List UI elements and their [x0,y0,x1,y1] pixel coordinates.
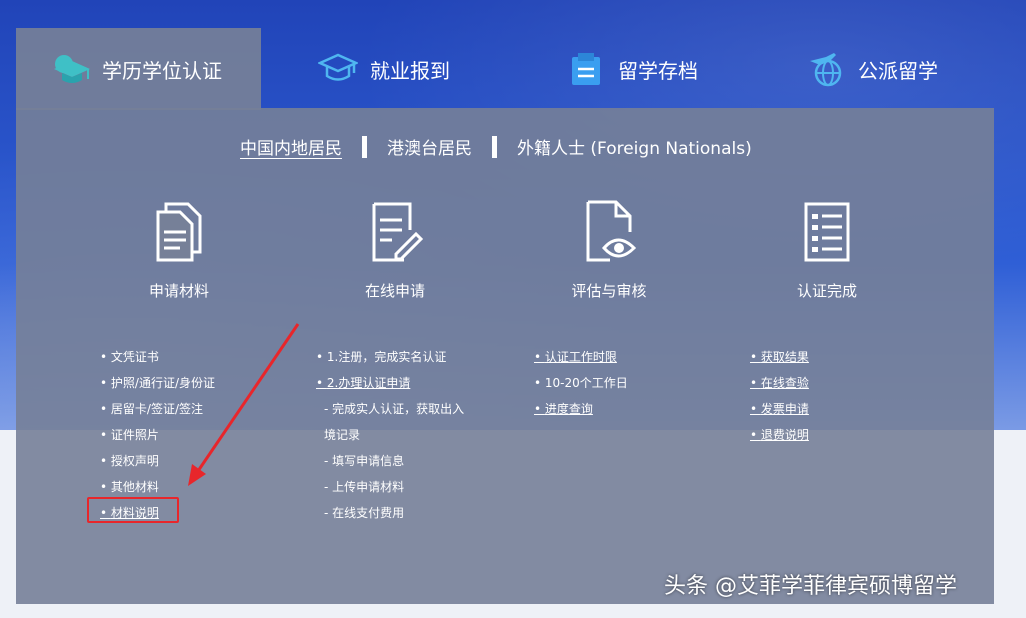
list-subitem: 在线支付费用 [316,500,476,526]
list-subitem: 上传申请材料 [316,474,476,500]
divider [492,135,497,158]
region-tab-mainland[interactable]: 中国内地居民 [240,134,342,159]
list-item[interactable]: 证件照片 [100,422,215,448]
list-item[interactable]: 退费说明 [750,422,809,448]
region-tab-hk-macao-taiwan[interactable]: 港澳台居民 [387,134,472,159]
step-title: 在线申请 [364,282,425,300]
watermark: 头条 @艾菲学菲律宾硕博留学 [664,574,957,599]
checklist-icon [792,196,862,268]
form-edit-icon [360,196,430,268]
step-review[interactable]: 评估与审核 [534,196,684,301]
tab-label: 留学存档 [618,58,698,83]
highlight-box [87,497,179,523]
list-item[interactable]: 发票申请 [750,396,809,422]
region-tabs: 中国内地居民 港澳台居民 外籍人士 (Foreign Nationals) [240,134,752,159]
top-tab-bar: 学历学位认证 就业报到 留学存档 公派留学 [0,0,1026,110]
divider [362,135,367,158]
step-online-apply[interactable]: 在线申请 [320,196,470,301]
tab-government-sponsored[interactable]: 公派留学 [806,28,938,110]
step-materials[interactable]: 申请材料 [104,196,254,301]
complete-list: 获取结果 在线查验 发票申请 退费说明 [750,344,809,448]
list-subitem: 填写申请信息 [316,448,476,474]
list-item[interactable]: 授权声明 [100,448,215,474]
online-apply-list: 1.注册，完成实名认证 2.办理认证申请 完成实人认证，获取出入境记录 填写申请… [316,344,476,526]
documents-icon [144,196,214,268]
step-title: 申请材料 [148,282,209,300]
list-item[interactable]: 在线查验 [750,370,809,396]
list-item[interactable]: 1.注册，完成实名认证 [316,344,476,370]
tab-study-abroad-archive[interactable]: 留学存档 [566,28,698,110]
tab-employment-report[interactable]: 就业报到 [316,28,450,110]
tab-label: 公派留学 [858,58,938,83]
step-title: 认证完成 [796,282,857,300]
list-item[interactable]: 2.办理认证申请 [316,370,476,396]
academic-cap-icon [316,51,360,87]
list-item[interactable]: 认证工作时限 [534,344,628,370]
list-item[interactable]: 文凭证书 [100,344,215,370]
region-tab-foreign[interactable]: 外籍人士 (Foreign Nationals) [517,134,752,159]
tab-label: 就业报到 [370,58,450,83]
list-item: 10-20个工作日 [534,370,628,396]
list-item[interactable]: 获取结果 [750,344,809,370]
airplane-globe-icon [806,51,846,87]
graduation-cap-icon [50,51,90,87]
list-item[interactable]: 进度查询 [534,396,628,422]
document-eye-icon [574,196,644,268]
tab-label: 学历学位认证 [102,58,222,83]
step-complete[interactable]: 认证完成 [752,196,902,301]
review-list: 认证工作时限 10-20个工作日 进度查询 [534,344,628,422]
list-item[interactable]: 居留卡/签证/签注 [100,396,215,422]
tab-degree-certification[interactable]: 学历学位认证 [16,28,261,110]
step-title: 评估与审核 [571,282,647,300]
list-item[interactable]: 护照/通行证/身份证 [100,370,215,396]
list-subitem: 完成实人认证，获取出入境记录 [316,396,476,448]
archive-icon [566,51,606,87]
